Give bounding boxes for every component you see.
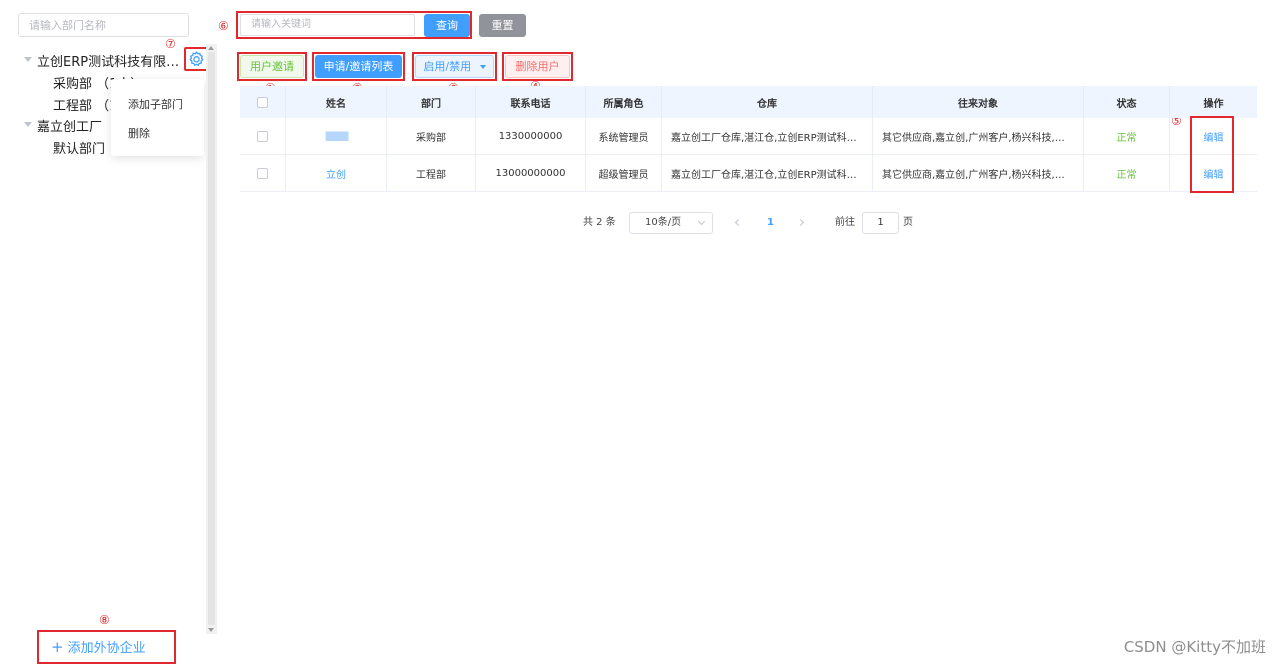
- scroll-down-icon[interactable]: [208, 628, 214, 632]
- add-enterprise-label: 添加外协企业: [67, 641, 146, 656]
- marker-7: ⑦: [165, 37, 176, 51]
- row-select-cell: [240, 155, 286, 191]
- tree-context-menu: 添加子部门 删除: [111, 79, 204, 156]
- cell-role: 超级管理员: [586, 155, 662, 191]
- table-row: 立创 工程部 13000000000 超级管理员 嘉立创工厂仓库,湛江仓,立创E…: [240, 155, 1257, 192]
- marker-6: ⑥: [218, 19, 229, 33]
- cell-dept: 采购部: [387, 118, 476, 154]
- tree-node-default[interactable]: 默认部门: [53, 138, 105, 157]
- cell-warehouse: 嘉立创工厂仓库,湛江仓,立创ERP测试科…: [662, 118, 873, 154]
- caret-down-icon: [479, 65, 486, 69]
- gear-icon: [189, 51, 204, 67]
- select-all-checkbox[interactable]: [257, 96, 268, 108]
- col-header-name: 姓名: [286, 86, 387, 118]
- row-select-cell: [240, 118, 286, 154]
- goto-label: 前往: [835, 217, 855, 228]
- next-page-button[interactable]: [796, 212, 808, 234]
- cell-dept: 工程部: [387, 155, 476, 191]
- tree-node-factory[interactable]: 嘉立创工厂: [37, 116, 102, 135]
- cell-phone: 13000000000: [476, 155, 586, 191]
- tree-caret-icon[interactable]: [24, 122, 32, 127]
- reset-button[interactable]: 重置: [479, 14, 526, 37]
- cell-phone: 1330000000: [476, 118, 586, 154]
- invite-user-button[interactable]: 用户邀请: [240, 55, 304, 78]
- scrollbar-thumb[interactable]: [208, 52, 215, 625]
- scroll-up-icon[interactable]: [208, 46, 214, 50]
- col-header-status: 状态: [1084, 86, 1170, 118]
- department-sidebar: 请输入部门名称 立创ERP测试科技有限… 采购部 （1人） 工程部 （1人） 嘉…: [0, 0, 218, 667]
- menu-item-delete[interactable]: 删除: [128, 125, 150, 141]
- chevron-right-icon: [796, 218, 805, 227]
- delete-user-button[interactable]: 删除用户: [505, 55, 570, 78]
- col-header-dept: 部门: [387, 86, 476, 118]
- name-link-redacted[interactable]: █████: [326, 132, 349, 141]
- col-header-partners: 往来对象: [873, 86, 1084, 118]
- highlight-frame-edit: [1190, 116, 1234, 193]
- page-size-select[interactable]: 10条/页: [629, 212, 713, 234]
- menu-item-add-subdept[interactable]: 添加子部门: [128, 96, 183, 112]
- query-button[interactable]: 查询: [424, 14, 470, 37]
- chevron-down-icon: [697, 217, 706, 226]
- col-header-phone: 联系电话: [476, 86, 586, 118]
- prev-page-button[interactable]: [734, 212, 744, 234]
- department-search-input[interactable]: 请输入部门名称: [18, 13, 189, 37]
- table-row: █████ 采购部 1330000000 系统管理员 嘉立创工厂仓库,湛江仓,立…: [240, 118, 1257, 155]
- enable-disable-label: 启用/禁用: [423, 60, 472, 73]
- goto-suffix: 页: [903, 217, 913, 228]
- cell-warehouse: 嘉立创工厂仓库,湛江仓,立创ERP测试科…: [662, 155, 873, 191]
- invite-list-button[interactable]: 申请/邀请列表: [315, 55, 402, 78]
- page-size-label: 10条/页: [645, 217, 682, 228]
- cell-name[interactable]: 立创: [286, 155, 387, 191]
- goto-page-input[interactable]: 1: [862, 212, 899, 234]
- plus-icon: +: [51, 638, 64, 656]
- cell-name[interactable]: █████: [286, 118, 387, 154]
- user-table: 姓名 部门 联系电话 所属角色 仓库 往来对象 状态 操作 █████ 采购部 …: [240, 86, 1257, 192]
- page-number-current[interactable]: 1: [767, 212, 774, 234]
- cell-role: 系统管理员: [586, 118, 662, 154]
- name-link[interactable]: 立创: [326, 166, 346, 181]
- row-checkbox[interactable]: [257, 130, 268, 142]
- select-all-cell: [240, 86, 286, 118]
- watermark: CSDN @Kitty不加班: [1123, 638, 1266, 656]
- keyword-search-input[interactable]: 请输入关键词: [240, 14, 415, 36]
- col-header-role: 所属角色: [586, 86, 662, 118]
- pagination-total: 共 2 条: [583, 217, 616, 228]
- cell-status: 正常: [1084, 155, 1170, 191]
- tree-node-company[interactable]: 立创ERP测试科技有限…: [37, 51, 179, 70]
- cell-partners: 其它供应商,嘉立创,广州客户,杨兴科技,…: [873, 118, 1084, 154]
- col-header-action: 操作: [1203, 98, 1224, 110]
- chevron-left-icon: [734, 218, 743, 227]
- sidebar-scrollbar[interactable]: [206, 44, 217, 634]
- row-checkbox[interactable]: [257, 167, 268, 179]
- tree-caret-icon[interactable]: [24, 57, 32, 62]
- marker-8: ⑧: [99, 613, 110, 627]
- col-header-warehouse: 仓库: [662, 86, 873, 118]
- cell-partners: 其它供应商,嘉立创,广州客户,杨兴科技,…: [873, 155, 1084, 191]
- table-header: 姓名 部门 联系电话 所属角色 仓库 往来对象 状态 操作: [240, 86, 1257, 118]
- enable-disable-dropdown[interactable]: 启用/禁用: [415, 55, 494, 78]
- add-enterprise-button[interactable]: + 添加外协企业: [37, 630, 176, 664]
- cell-status: 正常: [1084, 118, 1170, 154]
